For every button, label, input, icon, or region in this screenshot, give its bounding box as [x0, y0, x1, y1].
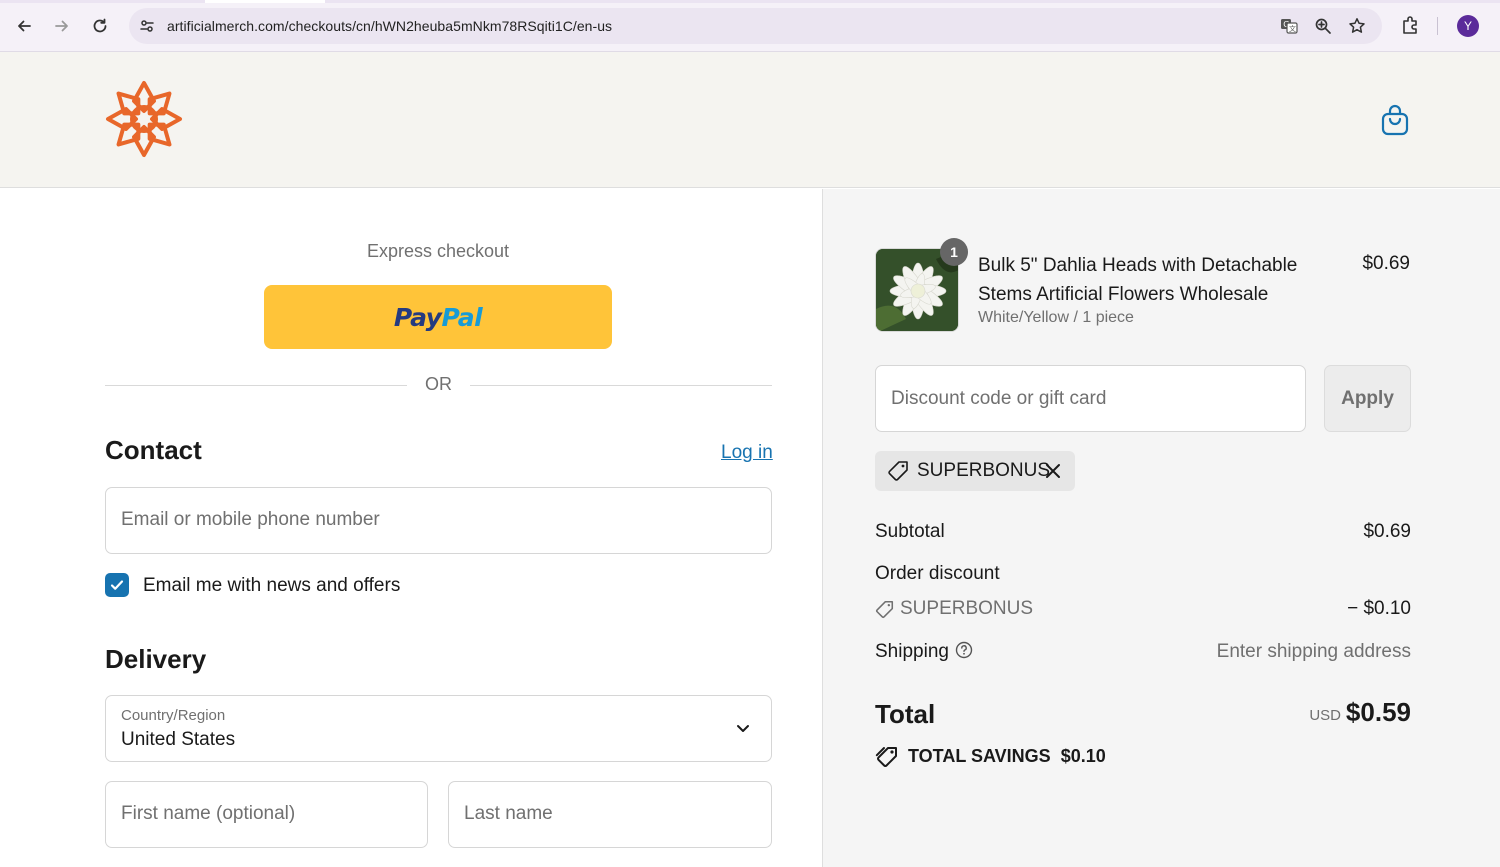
country-label: Country/Region: [121, 707, 226, 724]
savings-text: TOTAL SAVINGS $0.10: [908, 746, 1106, 767]
delivery-title: Delivery: [105, 644, 207, 674]
first-name-placeholder: First name (optional): [121, 803, 296, 824]
discount-code-input[interactable]: Discount code or gift card: [875, 365, 1306, 432]
express-checkout-title: Express checkout: [366, 241, 510, 261]
reload-icon[interactable]: [87, 13, 113, 39]
subtotal-row: Subtotal $0.69: [875, 521, 1411, 547]
product-price: $0.69: [1362, 253, 1410, 274]
total-label: Total: [875, 699, 936, 729]
last-name-field[interactable]: Last name: [448, 781, 772, 848]
product-name: Bulk 5" Dahlia Heads with Detachable Ste…: [978, 255, 1298, 305]
svg-text:文: 文: [1289, 24, 1296, 33]
translate-icon[interactable]: G文: [1279, 16, 1299, 36]
url-text[interactable]: artificialmerch.com/checkouts/cn/hWN2heu…: [167, 18, 612, 34]
discount-placeholder: Discount code or gift card: [891, 388, 1107, 409]
paypal-wordmark-pal: Pal: [441, 302, 483, 332]
savings-label: TOTAL SAVINGS: [908, 746, 1051, 766]
toolbar-separator: [1437, 17, 1438, 35]
address-bar[interactable]: artificialmerch.com/checkouts/cn/hWN2heu…: [129, 8, 1382, 44]
country-select[interactable]: Country/Region United States: [105, 695, 772, 762]
profile-avatar[interactable]: Y: [1457, 15, 1479, 37]
newsletter-checkbox[interactable]: [105, 573, 129, 597]
active-tab-indicator: [205, 0, 325, 3]
zoom-icon[interactable]: [1313, 16, 1333, 36]
tag-icon: [888, 461, 908, 481]
chevron-down-icon: [737, 725, 749, 732]
help-icon[interactable]: [955, 641, 973, 659]
divider-line: [105, 385, 407, 386]
shopping-bag-icon[interactable]: [1380, 104, 1410, 136]
checkmark-icon: [110, 580, 124, 590]
shipping-label: Shipping: [875, 641, 949, 662]
or-divider: OR: [105, 374, 772, 398]
contact-title: Contact: [105, 435, 202, 465]
tag-icon: [876, 600, 894, 618]
subtotal-label: Subtotal: [875, 521, 945, 542]
currency-code: USD: [1309, 707, 1341, 724]
order-discount-code-row: SUPERBONUS − $0.10: [875, 598, 1411, 624]
browser-chrome: artificialmerch.com/checkouts/cn/hWN2heu…: [0, 0, 1500, 52]
paypal-wordmark-pay: Pay: [393, 302, 442, 332]
first-name-field[interactable]: First name (optional): [105, 781, 428, 848]
store-logo[interactable]: [104, 79, 184, 159]
divider-line: [470, 385, 772, 386]
total-row: Total USD $0.59: [875, 697, 1411, 733]
bookmark-star-icon[interactable]: [1347, 16, 1367, 36]
subtotal-value: $0.69: [1363, 521, 1411, 542]
apply-button[interactable]: Apply: [1324, 365, 1411, 432]
savings-tag-icon: [875, 747, 897, 767]
forward-icon[interactable]: [49, 13, 75, 39]
order-discount-code: SUPERBONUS: [900, 598, 1034, 619]
login-link[interactable]: Log in: [721, 442, 773, 464]
total-value: $0.59: [1345, 697, 1411, 727]
or-label: OR: [425, 374, 452, 394]
shipping-row: Shipping Enter shipping address: [875, 641, 1411, 667]
tab-strip: [0, 0, 1500, 3]
order-discount-label: Order discount: [875, 563, 1000, 584]
site-settings-icon[interactable]: [137, 16, 157, 36]
quantity-badge: 1: [940, 238, 968, 266]
country-value: United States: [121, 729, 236, 750]
back-icon[interactable]: [11, 13, 37, 39]
extensions-icon[interactable]: [1400, 14, 1422, 36]
order-discount-value: − $0.10: [1347, 598, 1411, 619]
checkout-form: Express checkout Pay Pal OR Contact Log i…: [0, 189, 822, 867]
remove-code-icon[interactable]: [1043, 461, 1063, 481]
applied-discount-chip: SUPERBONUS: [875, 451, 1075, 491]
order-summary: 1 Bulk 5" Dahlia Heads with Detachable S…: [822, 189, 1500, 867]
email-field[interactable]: Email or mobile phone number: [105, 487, 772, 554]
newsletter-label[interactable]: Email me with news and offers: [143, 575, 400, 597]
shipping-value: Enter shipping address: [1216, 641, 1411, 662]
savings-value: $0.10: [1060, 746, 1106, 766]
paypal-button[interactable]: Pay Pal: [264, 285, 612, 349]
last-name-placeholder: Last name: [464, 803, 553, 824]
order-discount-row: Order discount: [875, 563, 1411, 589]
product-variant: White/Yellow / 1 piece: [978, 309, 1134, 326]
applied-code-text: SUPERBONUS: [917, 460, 1051, 481]
store-header: [0, 52, 1500, 188]
shipping-label-wrap: Shipping: [875, 641, 973, 663]
email-placeholder: Email or mobile phone number: [121, 509, 380, 530]
